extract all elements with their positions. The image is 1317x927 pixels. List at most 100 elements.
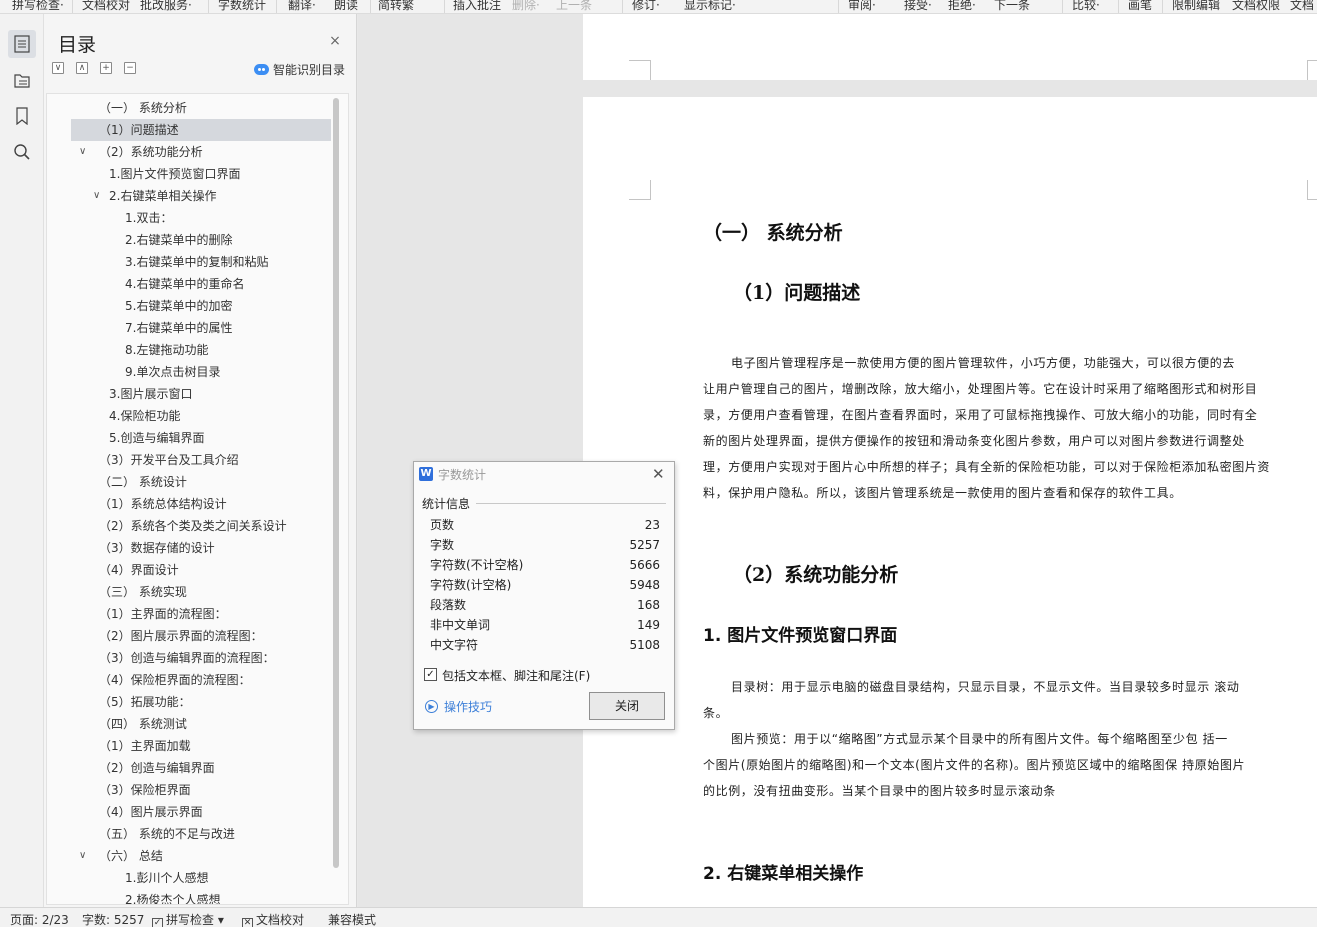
ribbon-button[interactable]: 文档: [1290, 0, 1314, 13]
toc-item[interactable]: （一） 系统分析: [71, 97, 331, 119]
close-button[interactable]: 关闭: [589, 692, 665, 720]
ribbon-button[interactable]: 比较·: [1072, 0, 1100, 13]
nav-title: 目录: [58, 34, 97, 56]
ribbon-button[interactable]: 字数统计: [218, 0, 266, 13]
dialog-title: 字数统计: [438, 468, 487, 482]
ribbon-button[interactable]: 翻译·: [288, 0, 316, 13]
ribbon-button[interactable]: 下一条: [994, 0, 1030, 13]
include-textbox-checkbox[interactable]: ✓: [424, 668, 437, 681]
crop-mark: [629, 180, 651, 200]
ribbon-button[interactable]: 插入批注: [453, 0, 501, 13]
toc-item[interactable]: ∨ 2.右键菜单相关操作: [71, 185, 331, 207]
smart-toc-button[interactable]: 智能识别目录: [254, 61, 345, 78]
word-count-indicator[interactable]: 字数: 5257: [82, 911, 144, 927]
toc-item[interactable]: （4）界面设计: [71, 559, 331, 581]
toc-item[interactable]: （3）数据存储的设计: [71, 537, 331, 559]
ribbon-button[interactable]: 批改服务·: [140, 0, 192, 13]
toc-item[interactable]: 1.图片文件预览窗口界面: [71, 163, 331, 185]
ribbon-button[interactable]: 删除·: [512, 0, 540, 13]
close-icon[interactable]: ×: [328, 34, 342, 48]
ribbon-button[interactable]: 文档校对: [82, 0, 130, 13]
toc-item[interactable]: （3）创造与编辑界面的流程图：: [71, 647, 331, 669]
ribbon-button[interactable]: 朗读: [334, 0, 358, 13]
toc-item[interactable]: 1.彭川个人感想: [71, 867, 331, 889]
toc-item[interactable]: 3.右键菜单中的复制和粘贴: [71, 251, 331, 273]
stat-row: 字符数(不计空格) 5666: [430, 555, 660, 575]
toc-item[interactable]: 4.保险柜功能: [71, 405, 331, 427]
chevron-down-icon[interactable]: ∨: [79, 141, 86, 163]
toc-item[interactable]: （3）保险柜界面: [71, 779, 331, 801]
toc-item-label: （1）问题描述: [99, 123, 179, 137]
remove-heading-icon[interactable]: −: [124, 62, 136, 74]
toc-item[interactable]: （二） 系统设计: [71, 471, 331, 493]
toc-item[interactable]: （2）系统各个类及类之间关系设计: [71, 515, 331, 537]
toc-item[interactable]: 2.杨俊杰个人感想: [71, 889, 331, 904]
toc-item[interactable]: （五） 系统的不足与改进: [71, 823, 331, 845]
expand-up-icon[interactable]: ∧: [76, 62, 88, 74]
toc-item[interactable]: （4）图片展示界面: [71, 801, 331, 823]
toc-item[interactable]: 8.左键拖动功能: [71, 339, 331, 361]
paragraph-line: 让用户管理自己的图片，增删改除，放大缩小，处理图片等。它在设计时采用了缩略图形式…: [703, 382, 1258, 396]
ribbon-button[interactable]: 画笔: [1128, 0, 1152, 13]
ribbon-button[interactable]: 显示标记·: [684, 0, 736, 13]
toc-item[interactable]: （1）主界面加载: [71, 735, 331, 757]
toc-item[interactable]: （1）主界面的流程图：: [71, 603, 331, 625]
toc-item[interactable]: 1.双击：: [71, 207, 331, 229]
toc-item[interactable]: ∨ （2）系统功能分析: [71, 141, 331, 163]
cross-icon: ✕: [242, 918, 253, 927]
ribbon-button[interactable]: 上一条: [556, 0, 592, 13]
toc-item[interactable]: 2.右键菜单中的删除: [71, 229, 331, 251]
toc-item[interactable]: （3）开发平台及工具介绍: [71, 449, 331, 471]
chevron-down-icon[interactable]: ∨: [93, 185, 100, 207]
toc-item-label: 1.图片文件预览窗口界面: [109, 167, 241, 181]
toc-item[interactable]: （1）问题描述: [71, 119, 331, 141]
search-icon[interactable]: [8, 138, 36, 166]
spell-check-toggle[interactable]: ✓ 拼写检查 ▾: [152, 911, 224, 927]
toc-item[interactable]: （5）拓展功能：: [71, 691, 331, 713]
include-textbox-label[interactable]: 包括文本框、脚注和尾注(F): [442, 667, 590, 684]
ribbon-button[interactable]: 文档权限: [1232, 0, 1280, 13]
toc-item[interactable]: 3.图片展示窗口: [71, 383, 331, 405]
chapter-nav-icon[interactable]: [8, 66, 36, 94]
heading-problem: （1）问题描述: [733, 282, 861, 304]
toc-item[interactable]: 5.创造与编辑界面: [71, 427, 331, 449]
wps-writer-icon: W: [419, 467, 433, 481]
dialog-titlebar[interactable]: W 字数统计 ✕: [414, 462, 674, 486]
add-heading-icon[interactable]: +: [100, 62, 112, 74]
toc-item[interactable]: 4.右键菜单中的重命名: [71, 273, 331, 295]
toc-item[interactable]: （2）图片展示界面的流程图：: [71, 625, 331, 647]
tips-link[interactable]: ▶ 操作技巧: [425, 698, 492, 715]
toc-item[interactable]: ∨ （六） 总结: [71, 845, 331, 867]
toc-item[interactable]: 5.右键菜单中的加密: [71, 295, 331, 317]
ribbon-button[interactable]: 拒绝·: [948, 0, 976, 13]
ribbon-button[interactable]: 简转繁: [378, 0, 414, 13]
stat-row: 字符数(计空格) 5948: [430, 575, 660, 595]
toc-item-label: （二） 系统设计: [99, 475, 187, 489]
dialog-close-icon[interactable]: ✕: [652, 465, 665, 483]
toc-item[interactable]: （四） 系统测试: [71, 713, 331, 735]
toc-scrollbar[interactable]: [333, 98, 339, 868]
ribbon-button[interactable]: 接受·: [904, 0, 932, 13]
toc-item[interactable]: （2）创造与编辑界面: [71, 757, 331, 779]
ribbon-separator: [276, 0, 277, 13]
stat-label: 非中文单词: [430, 618, 491, 632]
toc-panel-icon[interactable]: [8, 30, 36, 58]
ribbon-button[interactable]: 限制编辑: [1172, 0, 1220, 13]
collapse-all-icon[interactable]: ∨: [52, 62, 64, 74]
toc-item[interactable]: （1）系统总体结构设计: [71, 493, 331, 515]
paragraph-line: 个图片(原始图片的缩略图)和一个文本(图片文件的名称)。图片预览区域中的缩略图保…: [703, 758, 1246, 772]
chevron-down-icon[interactable]: ∨: [79, 845, 86, 867]
toc-item[interactable]: 9.单次点击树目录: [71, 361, 331, 383]
ribbon-separator: [1118, 0, 1119, 13]
proofread-toggle[interactable]: ✕ 文档校对: [242, 911, 304, 927]
page-indicator[interactable]: 页面: 2/23: [10, 911, 69, 927]
toc-item[interactable]: （4）保险柜界面的流程图：: [71, 669, 331, 691]
spell-check-label: 拼写检查: [166, 913, 215, 927]
toc-item[interactable]: （三） 系统实现: [71, 581, 331, 603]
ribbon-button[interactable]: 拼写检查·: [12, 0, 64, 13]
toc-item[interactable]: 7.右键菜单中的属性: [71, 317, 331, 339]
stat-label: 字符数(不计空格): [430, 558, 524, 572]
bookmark-icon[interactable]: [8, 102, 36, 130]
ribbon-button[interactable]: 修订·: [632, 0, 660, 13]
ribbon-button[interactable]: 审阅·: [848, 0, 876, 13]
